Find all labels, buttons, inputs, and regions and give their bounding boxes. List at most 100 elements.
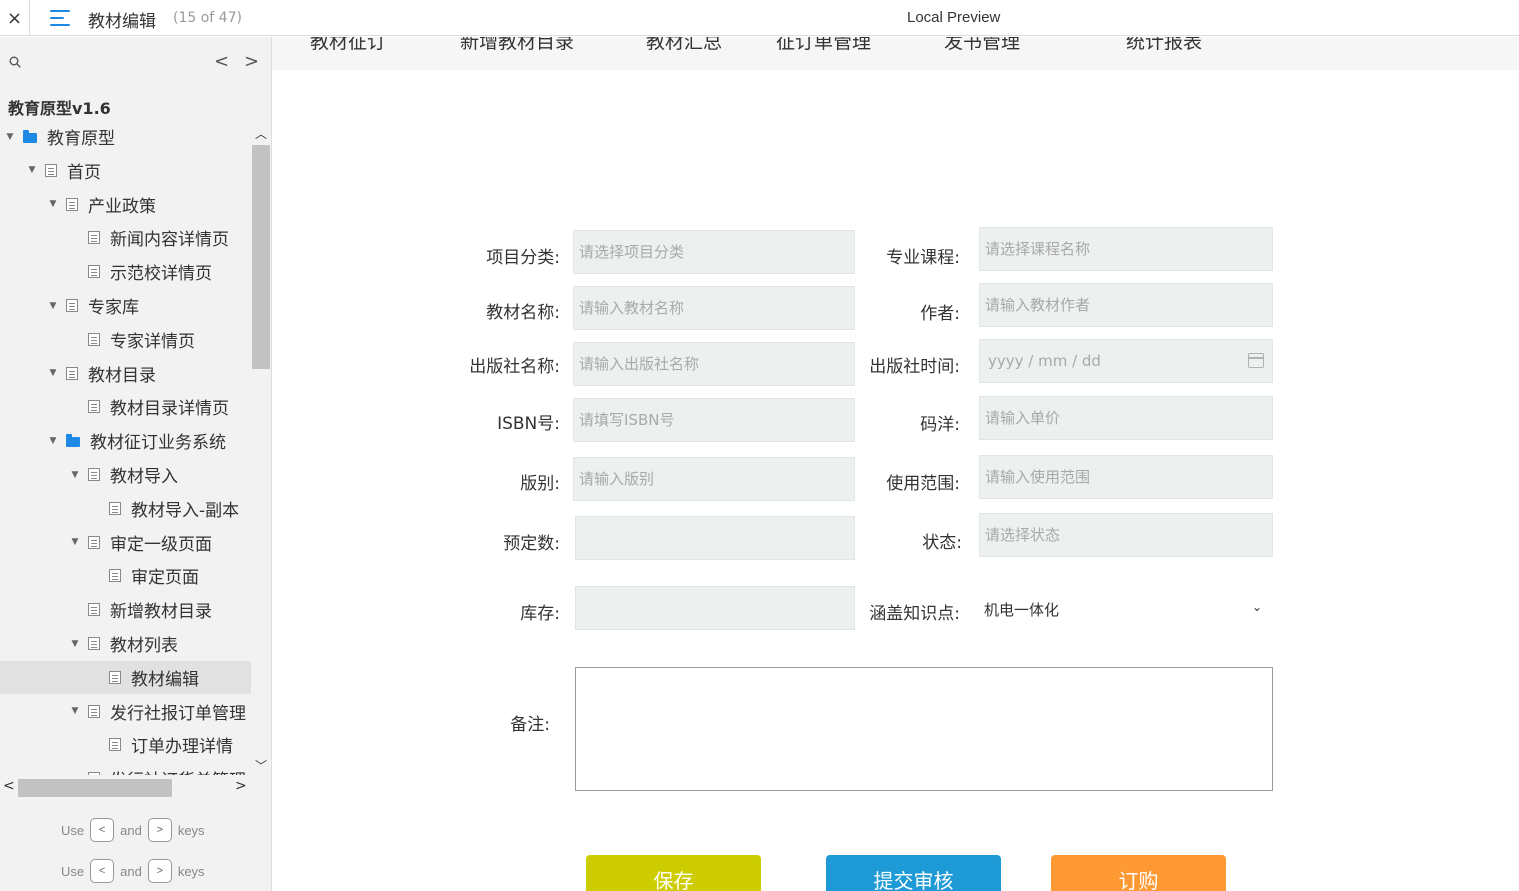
page-icon [88, 231, 100, 245]
tree-item[interactable]: ▼ 产业政策 [0, 188, 251, 221]
nav-item[interactable]: 新增教材目录 [460, 37, 574, 54]
page-icon [66, 299, 78, 312]
horizontal-scroll-thumb[interactable] [18, 779, 172, 797]
horizontal-scrollbar[interactable]: < > [0, 777, 251, 799]
preview-title: Local Preview [907, 9, 1001, 26]
expand-caret-icon[interactable]: ▼ [70, 706, 80, 716]
expand-caret-icon[interactable]: ▼ [48, 199, 58, 209]
tree-item-label: 新增教材目录 [110, 602, 212, 623]
tree-item[interactable]: ▼ 教材征订业务系统 [0, 424, 251, 457]
search-icon[interactable] [9, 56, 21, 68]
name-input[interactable] [573, 286, 855, 330]
scroll-up-icon[interactable]: ︿ [255, 125, 267, 142]
tree-item[interactable]: ▼ 专家库 [0, 289, 251, 322]
expand-caret-icon[interactable]: ▼ [48, 368, 58, 378]
author-label: 作者: [920, 304, 960, 324]
expand-caret-icon[interactable]: ▼ [70, 537, 80, 547]
nav-item[interactable]: 教材征订 [310, 37, 386, 54]
hint-and: and [120, 863, 142, 879]
expand-caret-icon[interactable]: ▼ [70, 470, 80, 480]
tree-item[interactable]: ▼ 首页 [0, 154, 251, 187]
tree-item[interactable]: ▼ 发行社报订单管理 [0, 695, 251, 728]
tree-item[interactable]: ▼ 教材列表 [0, 627, 251, 660]
status-input[interactable] [979, 513, 1273, 557]
author-input[interactable] [979, 283, 1273, 327]
tree-item[interactable]: ▼教材目录详情页 [0, 390, 251, 423]
chevron-down-icon: ⌄ [1251, 600, 1262, 614]
nav-item[interactable]: 教材汇总 [646, 37, 722, 54]
pubdate-label: 出版社时间: [869, 357, 960, 377]
category-label: 项目分类: [486, 248, 560, 268]
tree-item[interactable]: ▼教材导入-副本 [0, 492, 251, 525]
remark-label: 备注: [510, 715, 550, 735]
tree-item-label: 产业政策 [88, 196, 156, 217]
page-icon [88, 637, 100, 650]
tree-item[interactable]: ▼教材编辑 [0, 660, 251, 694]
page-icon [109, 670, 121, 684]
save-button[interactable]: 保存 [586, 855, 761, 891]
scope-input[interactable] [979, 455, 1273, 499]
page-counter: (15 of 47) [173, 10, 242, 26]
top-navigation: 教材征订 新增教材目录 教材汇总 征订单管理 发书管理 统计报表 [272, 37, 1519, 70]
expand-caret-icon[interactable]: ▼ [48, 436, 58, 446]
tree-item-label: 教材编辑 [131, 669, 199, 690]
tree-item[interactable]: ▼新闻内容详情页 [0, 221, 251, 254]
hint-use: Use [61, 863, 85, 879]
scroll-down-icon[interactable]: ﹀ [255, 757, 267, 774]
price-label: 码洋: [920, 415, 960, 435]
tree-item[interactable]: ▼新增教材目录 [0, 593, 251, 626]
tree-item-label: 示范校详情页 [110, 264, 212, 285]
tree-item[interactable]: ▼ 教材导入 [0, 458, 251, 491]
tree-item[interactable]: ▼专家详情页 [0, 323, 251, 356]
edition-input[interactable] [573, 457, 855, 501]
category-input[interactable] [573, 230, 855, 274]
scroll-left-icon[interactable]: < [3, 778, 15, 794]
tree-item-label: 首页 [67, 162, 101, 183]
preorder-label: 预定数: [503, 534, 560, 554]
tree-item[interactable]: ▼ 教育原型 [0, 123, 251, 153]
hint-use: Use [61, 822, 85, 838]
order-button[interactable]: 订购 [1051, 855, 1226, 891]
close-button[interactable]: × [0, 0, 30, 36]
previous-page-button[interactable]: < [214, 51, 229, 72]
tree-item[interactable]: ▼订单办理详情 [0, 728, 251, 761]
pubdate-input[interactable] [979, 339, 1273, 383]
submit-review-button[interactable]: 提交审核 [826, 855, 1001, 891]
publisher-label: 出版社名称: [469, 357, 560, 377]
knowledge-label: 涵盖知识点: [869, 604, 960, 624]
edition-label: 版别: [520, 474, 560, 494]
next-page-button[interactable]: > [244, 51, 259, 72]
tree-item-label: 教材列表 [110, 636, 178, 656]
expand-caret-icon[interactable]: ▼ [5, 132, 15, 142]
price-input[interactable] [979, 396, 1273, 440]
project-title: 教育原型v1.6 [8, 99, 111, 118]
page-icon [88, 535, 100, 549]
nav-item[interactable]: 统计报表 [1126, 37, 1202, 54]
tree-item[interactable]: ▼ 审定一级页面 [0, 526, 251, 559]
knowledge-select[interactable]: 机电一体化 ⌄ [978, 590, 1274, 628]
expand-caret-icon[interactable]: ▼ [48, 301, 58, 311]
calendar-icon[interactable] [1248, 353, 1264, 368]
scroll-right-icon[interactable]: > [235, 778, 247, 794]
tree-item[interactable]: ▼ 教材目录 [0, 357, 251, 390]
stock-input[interactable] [575, 586, 855, 630]
expand-caret-icon[interactable]: ▼ [27, 165, 37, 175]
remark-textarea[interactable] [575, 667, 1273, 791]
folder-icon [66, 433, 80, 447]
tree-item[interactable]: ▼示范校详情页 [0, 255, 251, 288]
nav-item[interactable]: 征订单管理 [776, 37, 871, 54]
course-input[interactable] [979, 227, 1273, 271]
preorder-input[interactable] [575, 516, 855, 560]
vertical-scrollbar[interactable]: ︿ ﹀ [251, 123, 271, 775]
vertical-scroll-thumb[interactable] [252, 145, 270, 369]
publisher-input[interactable] [573, 342, 855, 386]
tree-item[interactable]: ▼审定页面 [0, 559, 251, 592]
menu-icon[interactable] [50, 9, 70, 27]
tree-item[interactable]: ▼发行社订货单管理 [0, 762, 251, 775]
isbn-input[interactable] [573, 398, 855, 442]
expand-caret-icon[interactable]: ▼ [70, 639, 80, 649]
hint-keys: keys [177, 863, 205, 879]
nav-item[interactable]: 发书管理 [944, 37, 1020, 54]
page-title: 教材编辑 [88, 12, 156, 32]
page-tree: ▼教育原型▼首页▼产业政策▼新闻内容详情页▼示范校详情页▼专家库▼专家详情页▼教… [0, 123, 251, 775]
